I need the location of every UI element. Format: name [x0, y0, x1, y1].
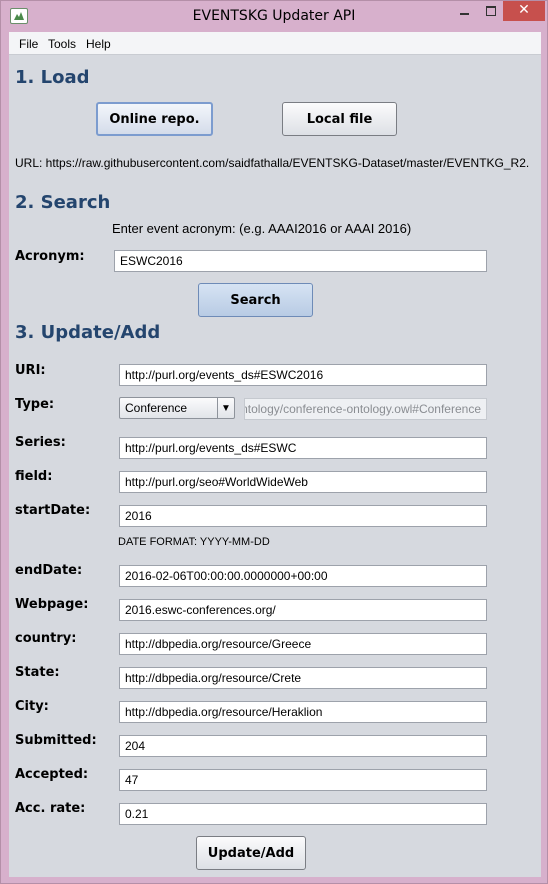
uri-input[interactable]: http://purl.org/events_ds#ESWC2016	[119, 364, 487, 386]
menu-bar: File Tools Help	[9, 32, 541, 55]
online-repo-button[interactable]: Online repo.	[96, 102, 213, 136]
accrate-input[interactable]: 0.21	[119, 803, 487, 825]
uri-label: URI:	[15, 363, 46, 378]
search-hint: Enter event acronym: (e.g. AAAI2016 or A…	[112, 221, 412, 236]
accrate-label: Acc. rate:	[15, 801, 86, 816]
close-icon[interactable]: ✕	[503, 1, 545, 21]
app-window: EVENTSKG Updater API ✕ File Tools Help 1…	[0, 0, 548, 884]
type-select-value: Conference	[125, 401, 188, 415]
state-input[interactable]: http://dbpedia.org/resource/Crete	[119, 667, 487, 689]
update-add-button[interactable]: Update/Add	[196, 836, 306, 870]
menu-help[interactable]: Help	[86, 37, 111, 51]
webpage-input[interactable]: 2016.eswc-conferences.org/	[119, 599, 487, 621]
field-input[interactable]: http://purl.org/seo#WorldWideWeb	[119, 471, 487, 493]
submitted-input[interactable]: 204	[119, 735, 487, 757]
submitted-label: Submitted:	[15, 733, 97, 748]
type-label: Type:	[15, 397, 55, 412]
repo-url-text: URL: https://raw.githubusercontent.com/s…	[15, 156, 530, 170]
acronym-input[interactable]: ESWC2016	[114, 250, 487, 272]
accepted-input[interactable]: 47	[119, 769, 487, 791]
main-panel: File Tools Help 1. Load Online repo. Loc…	[9, 32, 541, 877]
type-uri-field: http://purl.org/seo/ontology/conference-…	[244, 398, 487, 420]
startdate-input[interactable]: 2016	[119, 505, 487, 527]
update-heading: 3. Update/Add	[15, 322, 161, 343]
menu-tools[interactable]: Tools	[48, 37, 76, 51]
city-label: City:	[15, 699, 49, 714]
city-input[interactable]: http://dbpedia.org/resource/Heraklion	[119, 701, 487, 723]
accepted-label: Accepted:	[15, 767, 89, 782]
title-bar[interactable]: EVENTSKG Updater API ✕	[1, 1, 547, 32]
state-label: State:	[15, 665, 60, 680]
type-select[interactable]: Conference ▼	[119, 397, 235, 419]
load-heading: 1. Load	[15, 67, 90, 88]
enddate-input[interactable]: 2016-02-06T00:00:00.0000000+00:00	[119, 565, 487, 587]
series-label: Series:	[15, 435, 66, 450]
field-label: field:	[15, 469, 53, 484]
country-label: country:	[15, 631, 77, 646]
enddate-label: endDate:	[15, 563, 83, 578]
series-input[interactable]: http://purl.org/events_ds#ESWC	[119, 437, 487, 459]
date-format-hint: DATE FORMAT: YYYY-MM-DD	[118, 536, 270, 548]
chevron-down-icon[interactable]: ▼	[217, 398, 234, 418]
local-file-button[interactable]: Local file	[282, 102, 397, 136]
country-input[interactable]: http://dbpedia.org/resource/Greece	[119, 633, 487, 655]
search-button[interactable]: Search	[198, 283, 313, 317]
menu-file[interactable]: File	[19, 37, 38, 51]
webpage-label: Webpage:	[15, 597, 89, 612]
search-heading: 2. Search	[15, 192, 111, 213]
maximize-icon[interactable]	[478, 1, 503, 21]
acronym-label: Acronym:	[15, 249, 85, 264]
minimize-icon[interactable]	[451, 1, 478, 21]
startdate-label: startDate:	[15, 503, 91, 518]
